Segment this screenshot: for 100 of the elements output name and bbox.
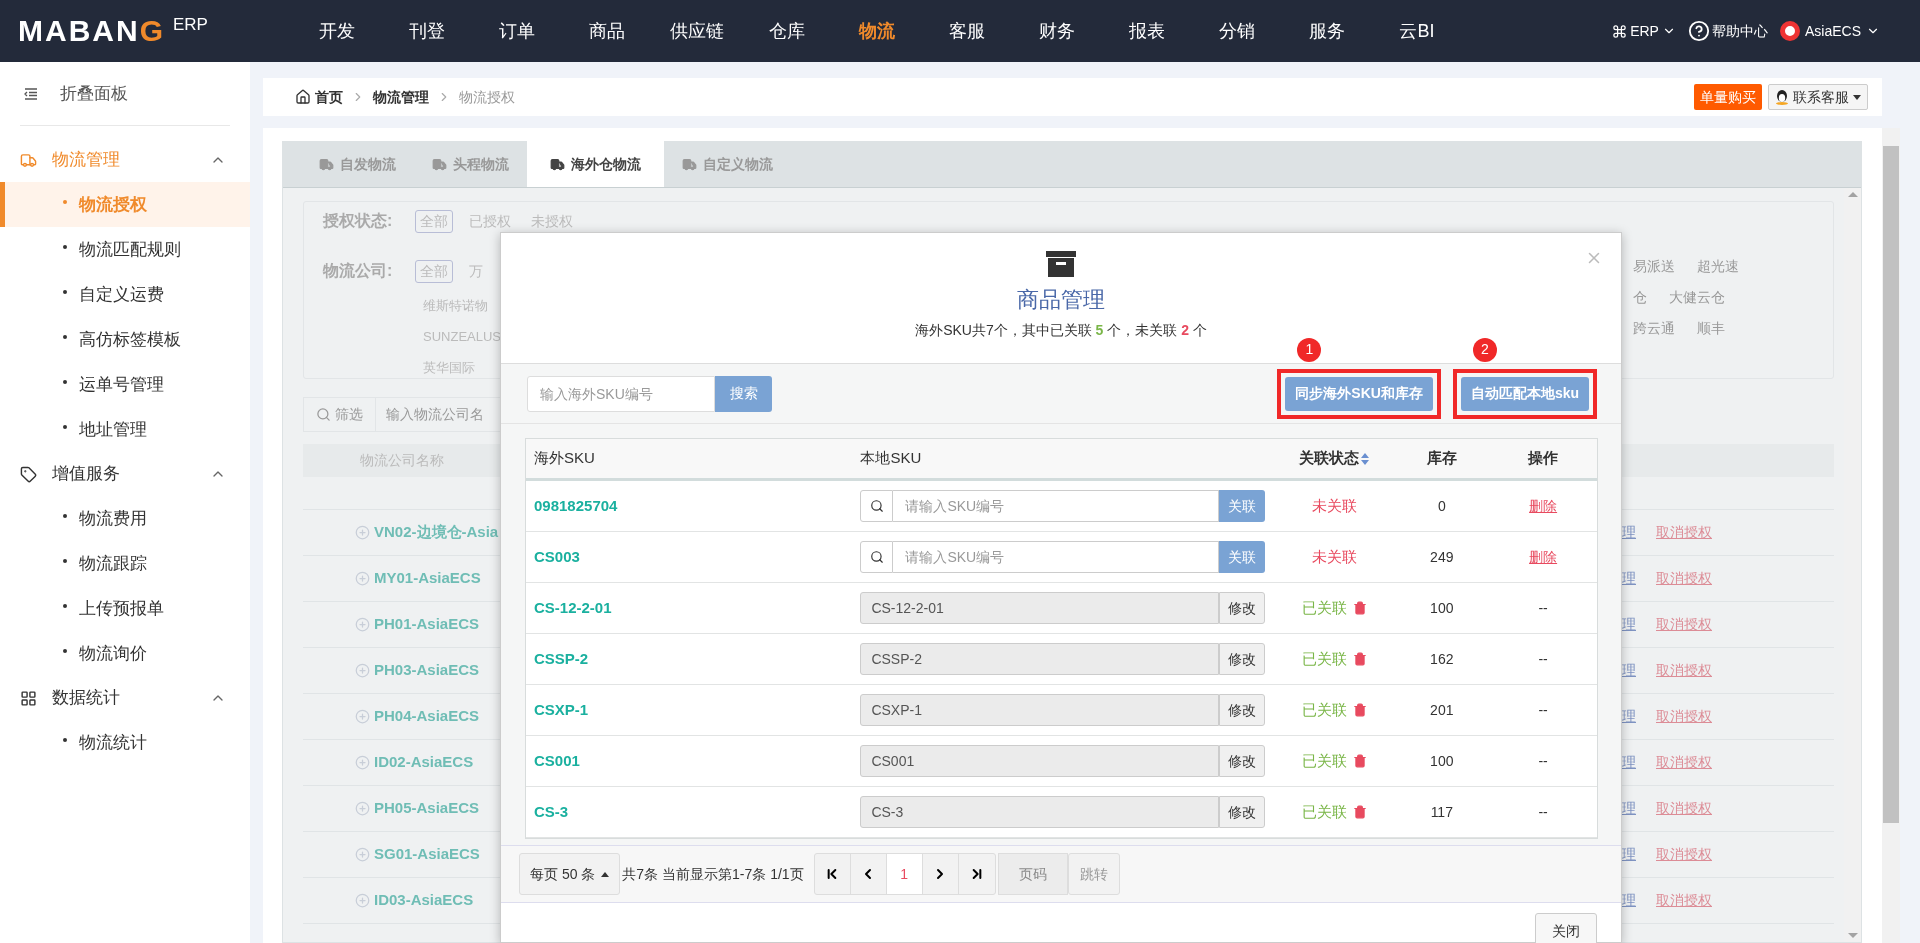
search-button[interactable]: 搜索 [715, 375, 772, 412]
sidebar-group[interactable]: 增值服务 [0, 452, 250, 496]
action-button[interactable]: 自动匹配本地sku [1460, 376, 1589, 411]
page-scrollbar[interactable] [1882, 128, 1900, 943]
nav-item[interactable]: 分销 [1192, 17, 1282, 45]
link-button[interactable]: 关联 [1218, 541, 1265, 573]
revoke-link[interactable]: 取消授权 [1656, 798, 1712, 819]
revoke-link[interactable]: 取消授权 [1656, 614, 1712, 635]
sidebar-item[interactable]: 物流匹配规则 [0, 227, 250, 272]
nav-item[interactable]: 刊登 [382, 17, 472, 45]
delete-icon[interactable] [1353, 703, 1367, 717]
expand-icon[interactable] [355, 617, 370, 632]
edit-button[interactable]: 修改 [1218, 694, 1265, 726]
breadcrumb-link[interactable]: 物流授权 [459, 86, 515, 108]
revoke-link[interactable]: 取消授权 [1656, 844, 1712, 865]
edit-button[interactable]: 修改 [1218, 643, 1265, 675]
manage-link[interactable]: 理 [1622, 798, 1636, 819]
revoke-link[interactable]: 取消授权 [1656, 522, 1712, 543]
sidebar-group[interactable]: 物流管理 [0, 138, 250, 182]
user-menu[interactable]: AsiaECS [1779, 20, 1880, 42]
sidebar-item[interactable]: 物流费用 [0, 496, 250, 541]
help-link[interactable]: 帮助中心 [1687, 20, 1768, 42]
sidebar-item[interactable]: 物流询价 [0, 631, 250, 676]
manage-link[interactable]: 理 [1622, 568, 1636, 589]
page-number-field[interactable]: 页码 [997, 853, 1068, 895]
sidebar-item[interactable]: 高仿标签模板 [0, 317, 250, 362]
filter-option[interactable]: 大健云仓 [1669, 287, 1725, 308]
sort-icon[interactable] [1361, 452, 1370, 465]
delete-icon[interactable] [1353, 601, 1367, 615]
filter-option[interactable]: 易派送 [1633, 256, 1675, 277]
sidebar-item[interactable]: 物流授权 [0, 182, 250, 227]
search-addon-button[interactable] [860, 490, 894, 522]
nav-item[interactable]: 订单 [472, 17, 562, 45]
nav-item[interactable]: 供应链 [652, 17, 742, 45]
nav-item[interactable]: 开发 [292, 17, 382, 45]
manage-link[interactable]: 理 [1622, 752, 1636, 773]
filter-button[interactable]: 筛选 [304, 398, 376, 431]
sku-search-field[interactable]: 输入海外SKU编号 [527, 375, 715, 412]
filter-option[interactable]: 仓 [1633, 287, 1647, 308]
manage-link[interactable]: 理 [1622, 844, 1636, 865]
sidebar-item[interactable]: 地址管理 [0, 407, 250, 452]
sidebar-item[interactable]: 自定义运费 [0, 272, 250, 317]
delete-icon[interactable] [1353, 754, 1367, 768]
close-button[interactable]: 关闭 [1535, 913, 1597, 943]
nav-item[interactable]: 客服 [922, 17, 1012, 45]
delete-link[interactable]: 删除 [1529, 549, 1558, 565]
revoke-link[interactable]: 取消授权 [1656, 890, 1712, 911]
tab[interactable]: 自发物流 [301, 141, 414, 187]
breadcrumb-link[interactable]: 首页 [315, 86, 343, 108]
link-button[interactable]: 关联 [1218, 490, 1265, 522]
revoke-link[interactable]: 取消授权 [1656, 568, 1712, 589]
nav-item[interactable]: 商品 [562, 17, 652, 45]
action-button[interactable]: 同步海外SKU和库存 [1285, 376, 1433, 411]
nav-item[interactable]: 云BI [1372, 17, 1462, 45]
expand-icon[interactable] [355, 709, 370, 724]
manage-link[interactable]: 理 [1622, 706, 1636, 727]
revoke-link[interactable]: 取消授权 [1656, 752, 1712, 773]
breadcrumb-link[interactable]: 物流管理 [373, 86, 429, 108]
page-size-select[interactable]: 每页 50 条 [519, 853, 621, 895]
erp-menu[interactable]: ERP [1612, 20, 1676, 42]
local-sku-field[interactable]: 请输入SKU编号 [893, 490, 1219, 522]
tab[interactable]: 头程物流 [414, 141, 527, 187]
nav-item[interactable]: 财务 [1012, 17, 1102, 45]
contact-service-button[interactable]: 联系客服 [1768, 84, 1868, 110]
sidebar-item[interactable]: 上传预报单 [0, 586, 250, 631]
filter-option[interactable]: 超光速 [1697, 256, 1739, 277]
logo[interactable]: MABANG ERP [0, 16, 292, 46]
scroll-down-icon[interactable] [1847, 933, 1858, 938]
local-sku-field[interactable]: 请输入SKU编号 [893, 541, 1219, 573]
manage-link[interactable]: 理 [1622, 660, 1636, 681]
manage-link[interactable]: 理 [1622, 614, 1636, 635]
delete-link[interactable]: 删除 [1529, 498, 1558, 514]
edit-button[interactable]: 修改 [1218, 796, 1265, 828]
expand-icon[interactable] [355, 663, 370, 678]
filter-option[interactable]: 顺丰 [1697, 318, 1725, 339]
buy-button[interactable]: 单量购买 [1694, 84, 1762, 110]
sidebar-group[interactable]: 数据统计 [0, 676, 250, 720]
manage-link[interactable]: 理 [1622, 522, 1636, 543]
expand-icon[interactable] [355, 755, 370, 770]
expand-icon[interactable] [355, 847, 370, 862]
tab[interactable]: 海外仓物流 [527, 141, 664, 187]
edit-button[interactable]: 修改 [1218, 592, 1265, 624]
nav-item[interactable]: 服务 [1282, 17, 1372, 45]
sidebar-item[interactable]: 运单号管理 [0, 362, 250, 407]
sidebar-item[interactable]: 物流跟踪 [0, 541, 250, 586]
revoke-link[interactable]: 取消授权 [1656, 706, 1712, 727]
manage-link[interactable]: 理 [1622, 890, 1636, 911]
expand-icon[interactable] [355, 893, 370, 908]
nav-item[interactable]: 物流 [832, 17, 922, 45]
scroll-up-icon[interactable] [1847, 192, 1858, 197]
delete-icon[interactable] [1353, 805, 1367, 819]
search-addon-button[interactable] [860, 541, 894, 573]
sidebar-item[interactable]: 物流统计 [0, 720, 250, 765]
edit-button[interactable]: 修改 [1218, 745, 1265, 777]
page-number[interactable]: 1 [886, 854, 923, 894]
nav-item[interactable]: 报表 [1102, 17, 1192, 45]
expand-icon[interactable] [355, 571, 370, 586]
revoke-link[interactable]: 取消授权 [1656, 660, 1712, 681]
filter-option[interactable]: 跨云通 [1633, 318, 1675, 339]
delete-icon[interactable] [1353, 652, 1367, 666]
